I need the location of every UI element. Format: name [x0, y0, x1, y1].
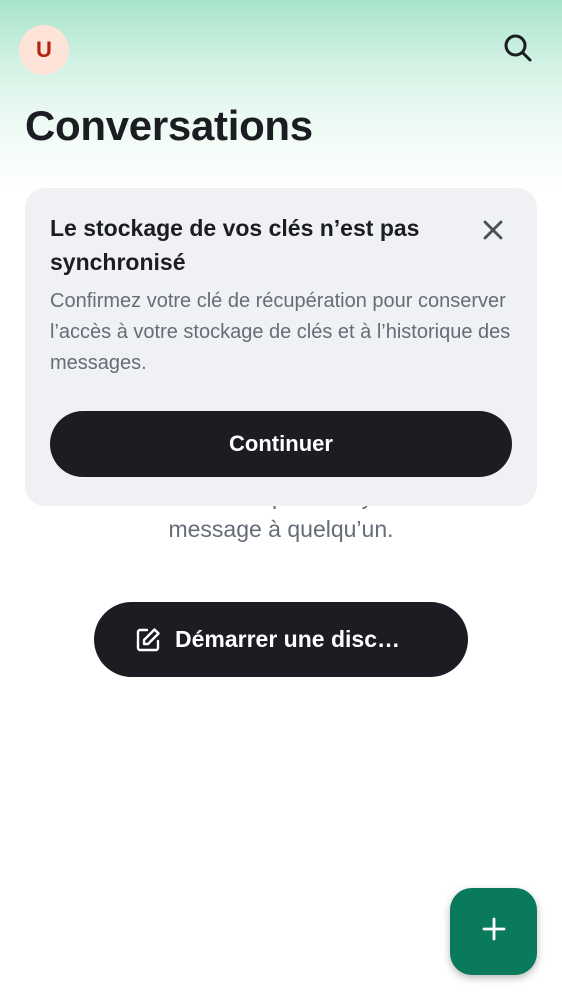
- new-conversation-fab[interactable]: [450, 888, 537, 975]
- close-icon: [482, 219, 504, 246]
- start-chat-label: Démarrer une disc…: [175, 626, 400, 652]
- avatar-initial: U: [36, 37, 52, 62]
- header-gradient: [0, 0, 562, 190]
- start-chat-button[interactable]: Démarrer une disc…: [94, 602, 468, 677]
- avatar[interactable]: U: [19, 25, 69, 75]
- compose-icon: [134, 626, 162, 654]
- search-button[interactable]: [497, 29, 539, 71]
- banner-body: Confirmez votre clé de récupération pour…: [50, 290, 511, 374]
- key-storage-banner: Le stockage de vos clés n’est pas synchr…: [25, 188, 537, 506]
- page-title: Conversations: [25, 102, 313, 149]
- banner-title: Le stockage de vos clés n’est pas synchr…: [50, 215, 420, 275]
- banner-close-button[interactable]: [475, 214, 511, 250]
- continue-button[interactable]: Continuer: [50, 411, 512, 477]
- plus-icon: [481, 916, 507, 947]
- search-icon: [503, 33, 533, 68]
- empty-state-line: message à quelqu’un.: [168, 516, 394, 542]
